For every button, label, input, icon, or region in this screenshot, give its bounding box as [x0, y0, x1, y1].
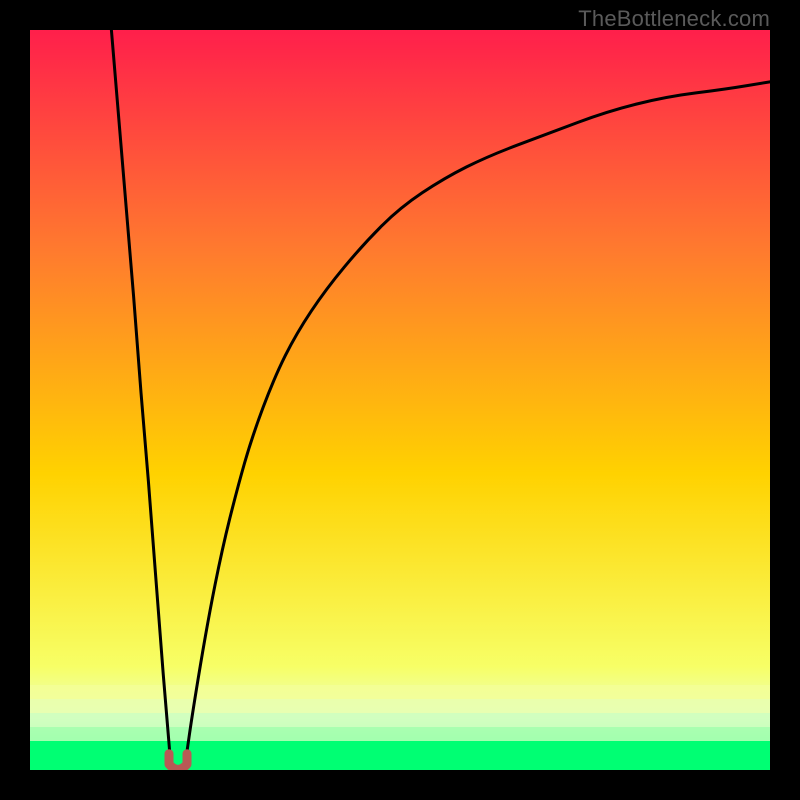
watermark-text: TheBottleneck.com: [578, 6, 770, 32]
band-pale-4: [30, 727, 770, 741]
band-green: [30, 741, 770, 770]
band-pale-3: [30, 713, 770, 727]
chart-frame: TheBottleneck.com: [0, 0, 800, 800]
band-pale-2: [30, 699, 770, 713]
chart-svg: [30, 30, 770, 770]
plot-area: [30, 30, 770, 770]
band-pale-1: [30, 685, 770, 699]
